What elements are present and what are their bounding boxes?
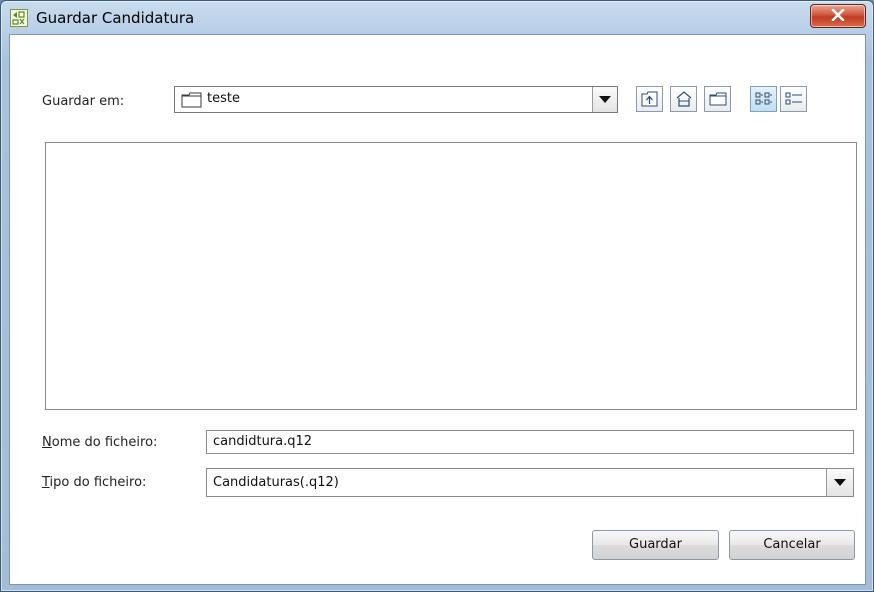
new-folder-icon [709,92,727,106]
filetype-dropdown-button[interactable] [826,469,853,496]
filetype-value: Candidaturas(.q12) [213,475,339,490]
title-bar[interactable]: Guardar Candidatura [1,1,873,35]
close-icon [831,9,845,21]
folder-icon [181,92,202,108]
dialog-content: Guardar em: teste Nome do ficheiro: cand… [9,34,866,585]
filename-input[interactable]: candidtura.q12 [206,430,854,454]
details-view-icon [785,92,802,105]
chevron-down-icon [599,96,611,103]
filetype-label: Tipo do ficheiro: [42,475,146,490]
filename-label-mnemonic: N [42,435,52,450]
save-in-dropdown-button[interactable] [592,87,617,112]
filename-label: Nome do ficheiro: [42,435,157,450]
filename-label-text: ome do ficheiro: [51,435,158,450]
filename-value: candidtura.q12 [213,434,313,449]
filetype-label-text: ipo do ficheiro: [49,475,147,490]
new-folder-button[interactable] [704,86,731,112]
details-view-toggle[interactable] [780,86,807,112]
save-in-label: Guardar em: [42,94,125,109]
home-icon [676,91,692,107]
list-view-icon [755,92,772,105]
close-button[interactable] [810,4,866,28]
chevron-down-icon [834,479,846,486]
up-folder-icon [641,91,658,107]
save-dialog-window: Guardar Candidatura Guardar em: teste No… [0,0,874,592]
save-button[interactable]: Guardar [592,530,719,560]
save-in-value: teste [207,91,240,106]
window-title: Guardar Candidatura [36,9,195,27]
home-button[interactable] [670,86,697,112]
file-list[interactable] [45,142,857,410]
up-folder-button[interactable] [636,86,663,112]
filetype-label-mnemonic: T [42,475,50,490]
list-view-toggle[interactable] [750,86,777,112]
cancel-button[interactable]: Cancelar [729,530,855,560]
filetype-combo[interactable]: Candidaturas(.q12) [206,468,854,497]
app-icon [10,9,28,27]
save-in-combo[interactable]: teste [174,86,618,113]
